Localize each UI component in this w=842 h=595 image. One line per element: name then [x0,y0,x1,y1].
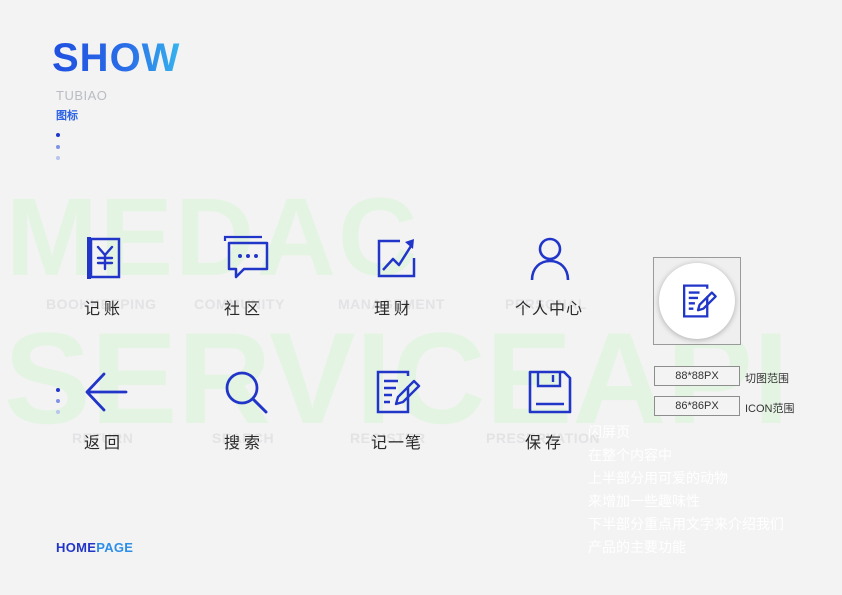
icon-tile-preservation[interactable]: PRESERVATION 保存 [486,366,600,456]
chat-bubble-icon [223,235,269,279]
decor-dot [56,145,60,149]
icon-tile-management[interactable]: MANAGEMENT 理财 [338,232,446,322]
icon-tile-return[interactable]: RETURN 返回 [56,366,156,456]
icon-cn-label: 记账 [84,301,125,318]
icon-cn-label: 个人中心 [515,301,584,318]
icon-cn-label: 社区 [224,301,265,318]
finance-chart-icon [377,239,416,278]
description-line: 闪屏页 [588,424,630,440]
icon-tile-bookkeeping[interactable]: BOOKKEEPING 记账 [46,232,156,322]
icon-preview-box [653,257,741,345]
page-subtitle-cn: 图标 [56,110,78,122]
cut-size-box: 88*88PX [654,366,740,386]
description-line: 在整个内容中 [588,447,672,463]
homepage-label-page: PAGE [96,540,134,555]
search-icon [225,371,268,414]
note-pen-icon [376,370,421,414]
icon-tile-search[interactable]: SEARCH 搜索 [196,366,296,456]
icon-preview-circle [659,263,735,339]
homepage-label: HOMEPAGE [56,540,133,555]
icon-size-box: 86*86PX [654,396,740,416]
icon-size-label: ICON范围 [745,403,795,415]
arrow-left-icon [85,372,128,412]
icon-cn-label: 保存 [525,435,566,452]
icon-cn-label: 返回 [84,435,125,452]
note-pen-icon [683,284,717,318]
icon-cn-label: 搜索 [224,435,265,452]
description-line: 产品的主要功能 [588,539,686,555]
page-subtitle: TUBIAO [56,88,108,103]
icon-tile-register[interactable]: REGISTER 记一笔 [346,366,446,456]
save-disk-icon [528,370,572,414]
description-line: 来增加一些趣味性 [588,493,700,509]
icon-cn-label: 理财 [374,301,415,318]
ledger-yen-icon [87,237,121,279]
decor-dot [56,133,60,137]
description-line: 下半部分重点用文字来介绍我们 [588,516,784,532]
description-line: 上半部分用可爱的动物 [588,470,728,486]
icon-cn-label: 记一笔 [371,435,423,452]
decor-dot [56,156,60,160]
homepage-label-home: HOME [56,540,97,555]
icon-tile-personal[interactable]: PERSONAL 个人中心 [500,232,600,322]
icon-tile-community[interactable]: COMMUNITY 社区 [194,232,296,322]
page-title: SHOW [52,36,181,80]
user-icon [530,237,570,281]
cut-size-label: 切图范围 [745,373,789,385]
